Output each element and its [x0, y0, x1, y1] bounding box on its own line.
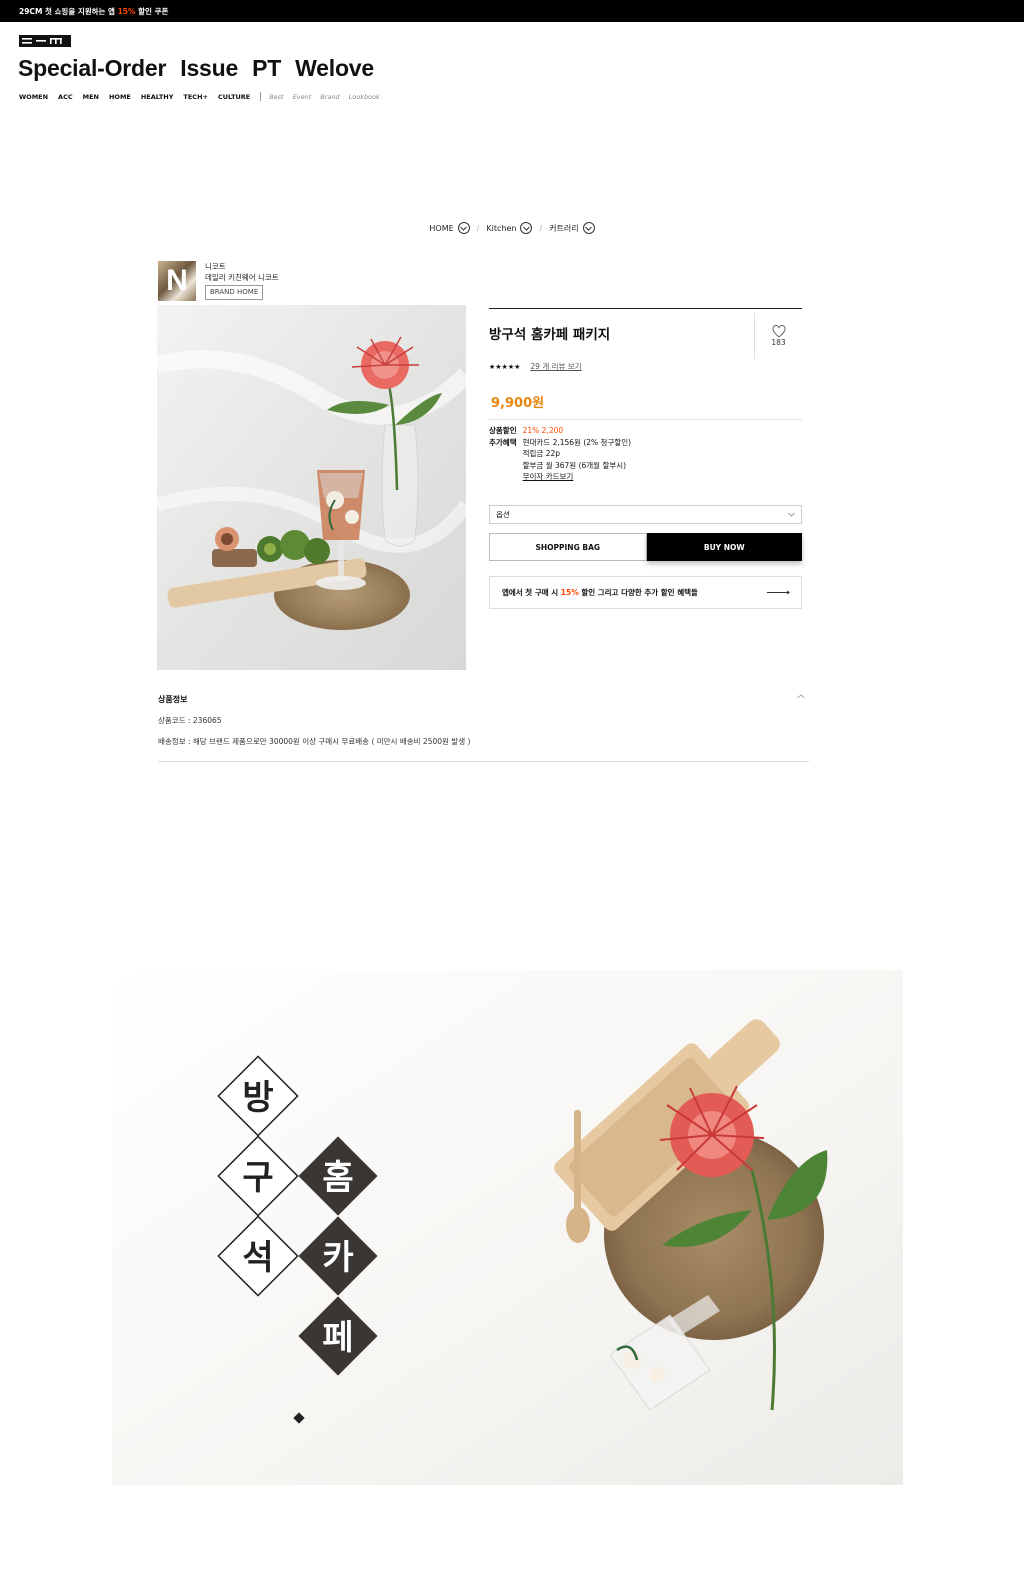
brand-block: N 니코트 데일리 키친웨어 니코트 BRAND HOME — [158, 261, 279, 301]
brand-desc: 데일리 키친웨어 니코트 — [205, 273, 279, 282]
breadcrumb-home[interactable]: HOME — [429, 222, 470, 234]
chevron-down-icon — [520, 222, 533, 234]
option-label: 옵션 — [496, 510, 510, 519]
rating-row: ★★★★★ 29 개 리뷰 보기 — [489, 361, 582, 372]
category-women[interactable]: WOMEN — [19, 93, 48, 101]
title-char-hom: 홈 — [322, 1158, 353, 1198]
breadcrumb-kitchen[interactable]: Kitchen — [486, 222, 533, 234]
divider — [489, 419, 802, 420]
brand-home-button[interactable]: BRAND HOME — [205, 285, 264, 300]
breadcrumb-separator: / — [476, 223, 480, 233]
like-count: 183 — [771, 338, 786, 347]
discount-label: 상품할인 — [489, 426, 517, 435]
product-image[interactable] — [157, 305, 466, 670]
app-promo-pre: 앱에서 첫 구매 시 — [502, 588, 559, 597]
promo-highlight: 15% — [117, 6, 136, 16]
category-men[interactable]: MEN — [83, 93, 99, 101]
breadcrumb-kitchen-label: Kitchen — [486, 223, 517, 233]
breadcrumb-home-label: HOME — [429, 223, 454, 233]
title-char-ka: 카 — [322, 1238, 353, 1278]
like-button[interactable]: 183 — [754, 313, 802, 359]
title-char-gu: 구 — [242, 1158, 273, 1198]
product-code: 상품코드 : 236065 — [158, 716, 222, 725]
chevron-up-icon[interactable] — [797, 694, 805, 699]
product-details-section: 상품정보 상품코드 : 236065 배송정보 : 해당 브랜드 제품으로만 3… — [158, 694, 809, 762]
title-char-pe: 페 — [322, 1318, 353, 1358]
promo-bar[interactable]: 29CM 첫 쇼핑을 지원하는 앱 15% 할인 쿠폰 — [0, 0, 1024, 22]
product-price: 9,900원 — [491, 396, 545, 411]
app-promo-banner[interactable]: 앱에서 첫 구매 시 15% 할인 그리고 다양한 추가 할인 혜택들 — [489, 576, 802, 609]
promo-text-pre: 29CM 첫 쇼핑을 지원하는 앱 — [19, 6, 115, 16]
app-promo-highlight: 15% — [560, 588, 579, 597]
nav-pt[interactable]: PT — [252, 55, 281, 82]
benefits-block: 상품할인 추가혜택 21% 2,200 현대카드 2,156원 (2% 청구할인… — [489, 425, 631, 483]
shopping-bag-button[interactable]: SHOPPING BAG — [489, 533, 647, 561]
category-healthy[interactable]: HEALTHY — [141, 93, 174, 101]
detail-banner-art: 방 구 석 홈 카 페 — [112, 970, 903, 1485]
benefit-points-line: 적립금 22p — [522, 449, 560, 458]
option-select[interactable]: 옵션 — [489, 505, 802, 524]
breadcrumb-cutlery-label: 커트러리 — [549, 223, 579, 233]
breadcrumb-separator: / — [539, 223, 543, 233]
chevron-down-icon — [582, 222, 595, 234]
category-home[interactable]: HOME — [109, 93, 131, 101]
link-best[interactable]: Best — [269, 93, 283, 101]
extra-benefit-label: 추가혜택 — [489, 437, 517, 447]
benefit-card-line: 현대카드 2,156원 (2% 청구할인) — [522, 437, 632, 447]
app-promo-text: 앱에서 첫 구매 시 15% 할인 그리고 다양한 추가 할인 혜택들 — [502, 587, 698, 598]
category-acc[interactable]: ACC — [58, 93, 73, 101]
buy-now-button[interactable]: BUY NOW — [646, 533, 802, 561]
nav-special-order[interactable]: Special-Order — [18, 55, 166, 82]
app-promo-post: 할인 그리고 다양한 추가 할인 혜택들 — [581, 588, 698, 597]
link-lookbook[interactable]: Lookbook — [349, 93, 380, 101]
site-logo[interactable] — [19, 35, 71, 47]
nav-divider — [260, 92, 262, 101]
link-brand[interactable]: Brand — [320, 93, 339, 101]
card-info-link[interactable]: 무이자 카드보기 — [523, 471, 631, 483]
chevron-down-icon — [788, 512, 795, 517]
link-event[interactable]: Event — [293, 93, 312, 101]
product-details-heading[interactable]: 상품정보 — [158, 694, 809, 705]
benefit-installment-line: 할부금 월 367원 (6개월 할부시) — [522, 460, 627, 470]
brand-logo[interactable]: N — [158, 261, 196, 301]
brand-name: 니코트 — [205, 262, 226, 271]
product-photo — [157, 305, 466, 670]
main-nav: Special-Order Issue PT Welove — [18, 55, 374, 82]
detail-banner: 방 구 석 홈 카 페 — [112, 970, 903, 1485]
title-char-bang: 방 — [242, 1078, 273, 1118]
promo-text-post: 할인 쿠폰 — [138, 6, 169, 16]
breadcrumb-cutlery[interactable]: 커트러리 — [549, 222, 595, 234]
star-rating: ★★★★★ — [489, 362, 521, 371]
review-link[interactable]: 29 개 리뷰 보기 — [530, 361, 581, 372]
category-culture[interactable]: CULTURE — [218, 93, 250, 101]
arrow-right-icon — [767, 590, 790, 595]
chevron-down-icon — [457, 222, 470, 234]
breadcrumb: HOME / Kitchen / 커트러리 — [0, 222, 1024, 234]
category-tech[interactable]: TECH+ — [183, 93, 208, 101]
brand-text: 니코트 데일리 키친웨어 니코트 BRAND HOME — [205, 261, 279, 301]
product-info-panel: 방구석 홈카페 패키지 183 ★★★★★ 29 개 리뷰 보기 9,900원 … — [489, 308, 802, 609]
shipping-info: 배송정보 : 해당 브랜드 제품으로만 30000원 이상 구매시 무료배송 (… — [158, 737, 471, 746]
discount-value: 21% 2,200 — [522, 426, 564, 435]
nav-issue[interactable]: Issue — [180, 55, 238, 82]
heart-icon — [771, 325, 786, 338]
product-title: 방구석 홈카페 패키지 — [489, 327, 611, 343]
title-char-seok: 석 — [242, 1238, 273, 1278]
nav-welove[interactable]: Welove — [295, 55, 374, 82]
category-nav: WOMEN ACC MEN HOME HEALTHY TECH+ CULTURE… — [19, 92, 389, 101]
purchase-buttons: SHOPPING BAG BUY NOW — [489, 533, 802, 561]
